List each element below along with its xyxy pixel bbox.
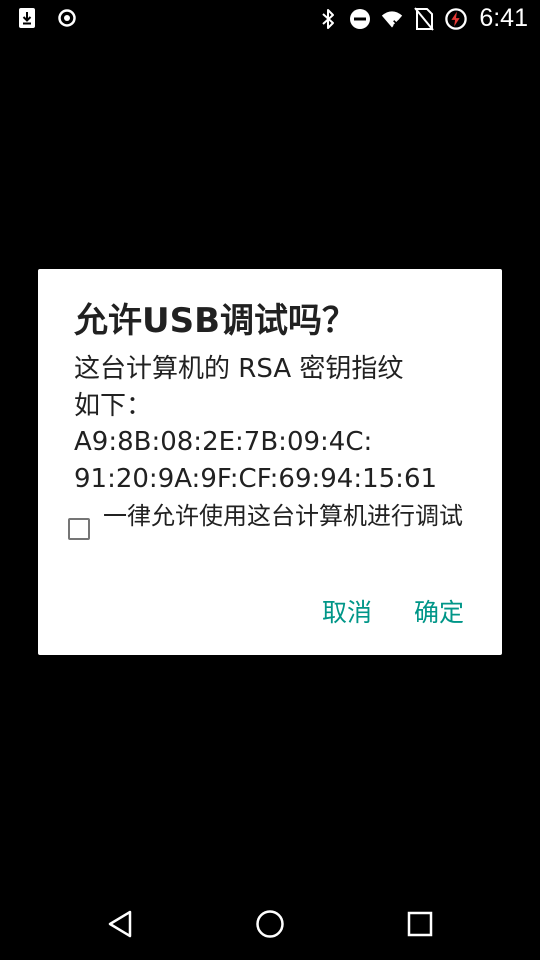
message-line: A9:8B:08:2E:7B:09:4C: (74, 427, 373, 457)
do-not-disturb-icon (349, 8, 371, 30)
battery-charging-icon (445, 7, 468, 30)
message-line: 如下： (74, 390, 153, 421)
home-icon[interactable] (254, 908, 286, 940)
ok-button[interactable]: 确定 (414, 595, 464, 631)
always-allow-label[interactable]: 一律允许使用这台计算机进行调试 (103, 501, 473, 540)
status-bar: 6:41 (0, 0, 540, 38)
always-allow-checkbox[interactable] (68, 518, 90, 540)
usb-debugging-dialog: 允许USB调试吗？ 这台计算机的 RSA 密钥指纹 如下： A9:8B:08:2… (38, 269, 502, 655)
download-icon (16, 7, 38, 29)
cancel-button[interactable]: 取消 (322, 595, 372, 631)
sync-icon (56, 7, 78, 29)
navigation-bar (0, 888, 540, 960)
wifi-icon (381, 8, 403, 30)
dialog-message: 这台计算机的 RSA 密钥指纹 如下： A9:8B:08:2E:7B:09:4C… (74, 351, 474, 497)
screen: 6:41 允许USB调试吗？ 这台计算机的 RSA 密钥指纹 如下： A9:8B… (0, 0, 540, 960)
message-line: 这台计算机的 RSA 密钥指纹 (74, 354, 404, 384)
dialog-buttons: 取消 确定 (322, 595, 464, 631)
back-icon[interactable] (104, 908, 136, 940)
dialog-title: 允许USB调试吗？ (74, 301, 357, 341)
clock: 6:41 (479, 4, 528, 32)
status-bar-left (16, 7, 78, 29)
always-allow-row[interactable]: 一律允许使用这台计算机进行调试 (68, 501, 478, 540)
status-bar-right: 6:41 (317, 4, 528, 33)
message-line: 91:20:9A:9F:CF:69:94:15:61 (74, 463, 438, 494)
recents-icon[interactable] (404, 908, 436, 940)
bluetooth-icon (317, 8, 339, 30)
no-sim-icon (413, 6, 435, 31)
